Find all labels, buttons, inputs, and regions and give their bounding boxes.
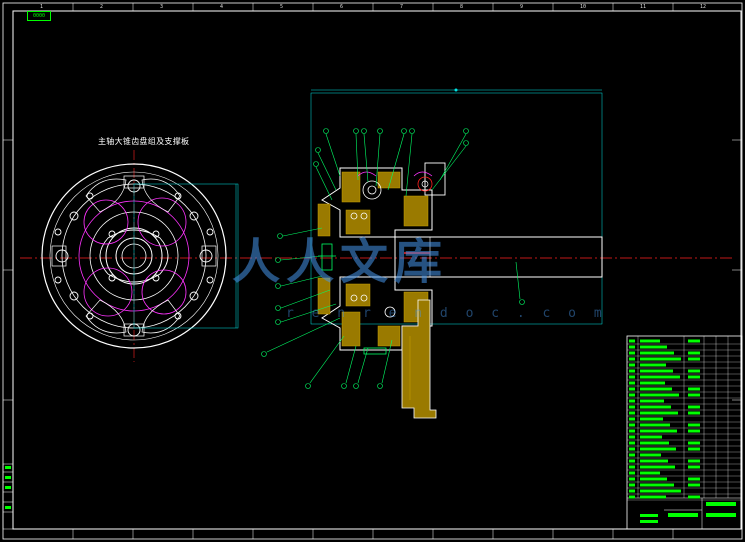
parts-row-number bbox=[629, 423, 635, 427]
parts-row-number bbox=[629, 465, 635, 469]
parts-row-qty bbox=[688, 411, 700, 415]
parts-row-number bbox=[629, 375, 635, 379]
parts-row-number bbox=[629, 399, 635, 403]
parts-row-qty bbox=[688, 441, 700, 445]
parts-row-text bbox=[640, 381, 665, 385]
zone-number: 3 bbox=[160, 4, 164, 10]
parts-row-text bbox=[640, 405, 671, 409]
parts-row-text bbox=[640, 459, 668, 463]
parts-row-number bbox=[629, 477, 635, 481]
parts-list-rows bbox=[627, 339, 742, 501]
parts-row-number bbox=[629, 351, 635, 355]
parts-row-text bbox=[640, 483, 674, 487]
parts-row-number bbox=[629, 489, 635, 493]
zone-number: 10 bbox=[580, 4, 587, 10]
parts-row-number bbox=[629, 339, 635, 343]
parts-row-number bbox=[629, 447, 635, 451]
parts-row-number bbox=[629, 363, 635, 367]
parts-row-number bbox=[629, 393, 635, 397]
parts-row-text bbox=[640, 453, 661, 457]
parts-row-text bbox=[640, 429, 677, 433]
parts-row-text bbox=[640, 411, 678, 415]
parts-row-number bbox=[629, 483, 635, 487]
parts-row-text bbox=[640, 435, 662, 439]
parts-row-qty bbox=[688, 405, 700, 409]
watermark-text: 人人文库 bbox=[232, 234, 449, 290]
parts-row-number bbox=[629, 441, 635, 445]
parts-row-number bbox=[629, 471, 635, 475]
parts-row-text bbox=[640, 489, 681, 493]
zone-number: 12 bbox=[700, 4, 707, 10]
parts-row-qty bbox=[688, 447, 700, 451]
parts-row-qty bbox=[688, 423, 700, 427]
parts-row-qty bbox=[688, 483, 700, 487]
parts-row-number bbox=[629, 381, 635, 385]
parts-row-qty bbox=[688, 393, 700, 397]
parts-row-qty bbox=[688, 339, 700, 343]
parts-row-number bbox=[629, 411, 635, 415]
parts-row-text bbox=[640, 465, 675, 469]
parts-row-text bbox=[640, 357, 681, 361]
parts-row-text bbox=[640, 417, 663, 421]
parts-row-text bbox=[640, 351, 674, 355]
title-block bbox=[626, 335, 743, 530]
parts-row-number bbox=[629, 387, 635, 391]
parts-row-qty bbox=[688, 429, 700, 433]
parts-row-number bbox=[629, 369, 635, 373]
parts-row-text bbox=[640, 339, 660, 343]
parts-row-number bbox=[629, 345, 635, 349]
parts-row-number bbox=[629, 435, 635, 439]
zone-number: 4 bbox=[220, 4, 224, 10]
parts-row-number bbox=[629, 417, 635, 421]
parts-row-number bbox=[629, 405, 635, 409]
parts-row-qty bbox=[688, 387, 700, 391]
parts-row-text bbox=[640, 369, 673, 373]
parts-row-text bbox=[640, 441, 669, 445]
parts-row-text bbox=[640, 423, 670, 427]
parts-row-number bbox=[629, 453, 635, 457]
section-title: 主轴大锥齿盘组及支撑板 bbox=[98, 137, 190, 146]
parts-row-qty bbox=[688, 495, 700, 499]
parts-row-qty bbox=[688, 477, 700, 481]
parts-row-text bbox=[640, 387, 672, 391]
parts-row-qty bbox=[688, 351, 700, 355]
drawing-corner-tag: 0000 bbox=[27, 11, 51, 21]
parts-row-text bbox=[640, 363, 666, 367]
zone-number: 11 bbox=[640, 4, 647, 10]
parts-row-number bbox=[629, 357, 635, 361]
parts-row-number bbox=[629, 495, 635, 499]
zone-number: 8 bbox=[460, 4, 464, 10]
parts-row-text bbox=[640, 477, 667, 481]
parts-row-number bbox=[629, 429, 635, 433]
zone-number: 2 bbox=[100, 4, 104, 10]
zone-number: 7 bbox=[400, 4, 404, 10]
parts-row-qty bbox=[688, 369, 700, 373]
parts-row-qty bbox=[688, 375, 700, 379]
parts-row-number bbox=[629, 459, 635, 463]
parts-row-text bbox=[640, 393, 679, 397]
parts-row-text bbox=[640, 495, 666, 499]
zone-number: 1 bbox=[40, 4, 44, 10]
parts-row-text bbox=[640, 399, 664, 403]
zone-number: 6 bbox=[340, 4, 344, 10]
parts-row-text bbox=[640, 345, 667, 349]
zone-number: 5 bbox=[280, 4, 284, 10]
revision-strip bbox=[2, 463, 14, 530]
parts-row-qty bbox=[688, 465, 700, 469]
zone-number: 9 bbox=[520, 4, 524, 10]
watermark-url: r e n r e n d o c . c o m bbox=[286, 306, 607, 321]
parts-row-text bbox=[640, 447, 676, 451]
parts-row-text bbox=[640, 471, 660, 475]
parts-row-text bbox=[640, 375, 680, 379]
parts-row-qty bbox=[688, 357, 700, 361]
parts-row-qty bbox=[688, 459, 700, 463]
